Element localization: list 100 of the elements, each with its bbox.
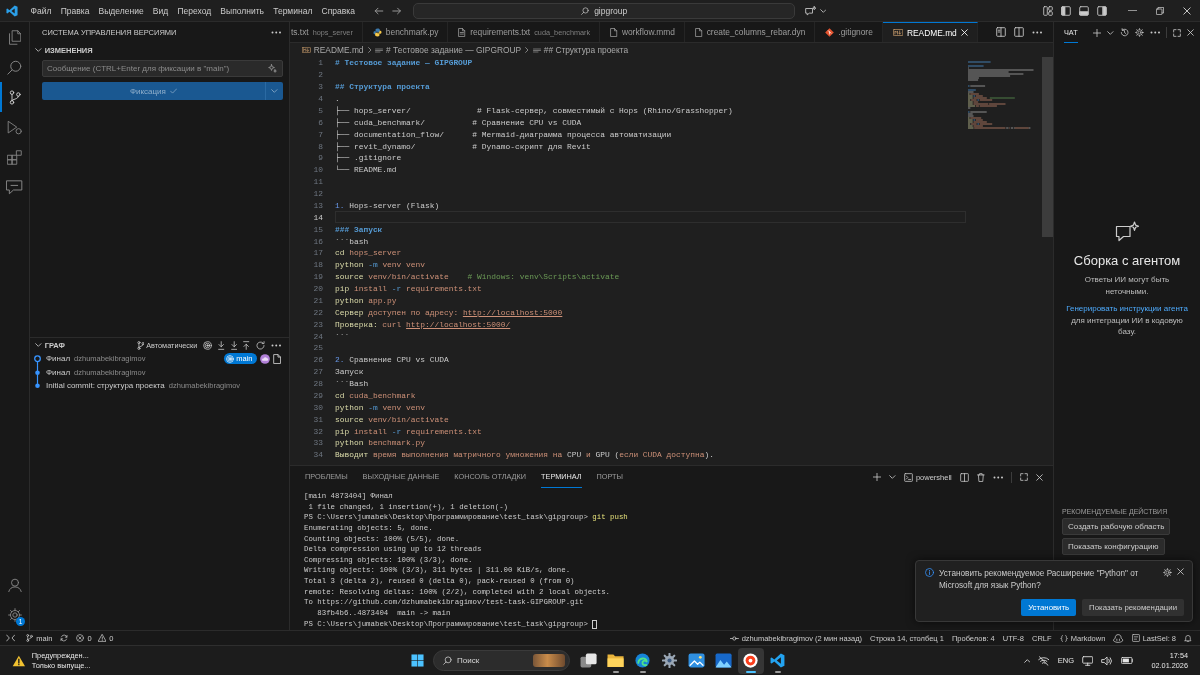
chevron-down-icon[interactable] bbox=[889, 475, 896, 479]
more-icon[interactable] bbox=[1031, 30, 1042, 34]
sidebar-toggle-icon[interactable] bbox=[1061, 5, 1071, 16]
close-icon[interactable] bbox=[1036, 473, 1043, 481]
breadcrumb-item[interactable]: # Тестовое задание — GIPGROUP bbox=[375, 45, 522, 55]
arrow-down-icon[interactable] bbox=[218, 340, 225, 350]
text-file-icon bbox=[458, 27, 467, 37]
forward-arrow-icon[interactable] bbox=[391, 6, 402, 15]
search-icon[interactable] bbox=[7, 59, 22, 75]
battery-icon[interactable] bbox=[1120, 657, 1134, 664]
history-icon[interactable] bbox=[1119, 28, 1129, 37]
editor-tab[interactable]: benchmark.py bbox=[362, 22, 449, 42]
extensions-icon[interactable] bbox=[7, 149, 22, 165]
breadcrumb-item[interactable]: ## Структура проекта bbox=[532, 45, 629, 55]
files-icon[interactable] bbox=[7, 29, 22, 45]
split-editor-icon[interactable] bbox=[1013, 27, 1024, 37]
commit-message[interactable]: Финал bbox=[46, 354, 71, 364]
instructions-hint: Генерировать инструкции агента для интеграции ИИ в кодовую базу. bbox=[1065, 303, 1189, 338]
start-icon[interactable] bbox=[411, 654, 424, 667]
target-icon[interactable] bbox=[203, 340, 213, 350]
bell-icon[interactable] bbox=[1184, 634, 1192, 642]
scrollbar-thumb[interactable] bbox=[1042, 57, 1053, 237]
more-icon[interactable] bbox=[270, 343, 281, 347]
chevron-down-icon[interactable] bbox=[35, 48, 42, 52]
close-icon[interactable] bbox=[1182, 6, 1191, 15]
network-icon[interactable] bbox=[1038, 655, 1050, 666]
restore-icon[interactable] bbox=[1155, 6, 1164, 15]
editor-tab[interactable]: workflow.mmd bbox=[600, 22, 685, 42]
symbol-icon bbox=[532, 47, 541, 53]
menu-item[interactable]: Переход bbox=[172, 5, 216, 16]
menu-item[interactable]: Файл bbox=[26, 5, 57, 16]
editor-tab[interactable]: README.md bbox=[882, 22, 978, 42]
command-center[interactable]: gipgroup bbox=[413, 2, 796, 19]
menu-item[interactable]: Вид bbox=[148, 5, 173, 16]
menu-item[interactable]: Выполнить bbox=[215, 5, 269, 16]
folder-icon bbox=[606, 653, 625, 668]
plus-icon[interactable] bbox=[873, 473, 882, 481]
terminal-icon bbox=[903, 472, 913, 482]
braces-icon bbox=[1059, 634, 1068, 642]
breadcrumb-item[interactable]: README.md bbox=[302, 45, 364, 55]
target-icon bbox=[226, 354, 235, 363]
welcome-title: Сборка с агентом bbox=[1073, 253, 1181, 268]
speaker-icon[interactable] bbox=[1101, 655, 1113, 666]
taskbar-button[interactable] bbox=[737, 647, 764, 674]
back-arrow-icon[interactable] bbox=[374, 6, 384, 15]
panel-toggle-icon[interactable] bbox=[1079, 5, 1089, 16]
sync-icon[interactable] bbox=[60, 634, 69, 642]
file-icon[interactable] bbox=[273, 353, 282, 364]
commit-message[interactable]: Initial commit: структура проекта bbox=[46, 381, 165, 391]
run-debug-icon[interactable] bbox=[7, 119, 22, 135]
maximize-icon[interactable] bbox=[1020, 473, 1028, 481]
swirl-icon bbox=[635, 653, 650, 668]
app-logo-icon bbox=[6, 4, 18, 17]
arrow-down-icon[interactable] bbox=[230, 340, 238, 350]
layout-icon[interactable] bbox=[1043, 5, 1053, 16]
menu-item[interactable]: Терминал bbox=[268, 5, 317, 16]
trash-icon[interactable] bbox=[976, 472, 985, 482]
chat-icon[interactable] bbox=[6, 179, 23, 195]
chevron-down-icon[interactable] bbox=[1106, 30, 1114, 35]
secondary-sidebar-toggle-icon[interactable] bbox=[1097, 5, 1107, 16]
branch-icon bbox=[26, 634, 34, 642]
maximize-icon[interactable] bbox=[1173, 28, 1181, 37]
editor-tab[interactable]: .gitignore bbox=[815, 22, 883, 42]
menu-item[interactable]: Справка bbox=[316, 5, 360, 16]
commit-message-field[interactable]: Сообщение (CTRL+Enter для фиксации в "main") bbox=[42, 60, 283, 77]
minimize-icon[interactable] bbox=[1128, 9, 1137, 12]
settings-icon[interactable] bbox=[1134, 28, 1144, 37]
preview-icon[interactable] bbox=[995, 27, 1006, 37]
chevron-up-icon[interactable] bbox=[1023, 658, 1031, 663]
action-button[interactable]: Показать конфигурацию bbox=[1062, 538, 1165, 555]
settings-icon[interactable] bbox=[1163, 568, 1172, 577]
more-icon[interactable] bbox=[992, 475, 1003, 479]
close-icon[interactable] bbox=[1177, 568, 1184, 575]
chevron-down-icon[interactable] bbox=[819, 8, 827, 13]
chat-sparkle-icon[interactable] bbox=[805, 5, 817, 16]
refresh-icon[interactable] bbox=[255, 340, 265, 350]
chevron-down-icon[interactable] bbox=[35, 343, 42, 347]
settings-icon[interactable] bbox=[7, 608, 22, 622]
more-icon[interactable] bbox=[1149, 31, 1160, 34]
remote-icon[interactable] bbox=[6, 634, 16, 642]
plus-icon[interactable] bbox=[1092, 28, 1101, 37]
commit-message[interactable]: Финал bbox=[46, 367, 71, 377]
info-icon bbox=[925, 568, 934, 577]
menu-item[interactable]: Выделение bbox=[94, 5, 149, 16]
chevron-down-icon bbox=[271, 89, 278, 93]
menu-item[interactable]: Правка bbox=[56, 5, 94, 16]
robot-icon[interactable] bbox=[1113, 633, 1124, 643]
sparkle-icon[interactable] bbox=[268, 64, 277, 73]
markdown-icon bbox=[302, 47, 311, 53]
generate-instructions-link[interactable]: Генерировать инструкции агента bbox=[1066, 304, 1188, 313]
close-icon[interactable] bbox=[1187, 29, 1194, 36]
more-icon[interactable] bbox=[270, 31, 281, 34]
arrow-up-icon[interactable] bbox=[243, 340, 250, 350]
editor-tab[interactable]: create_columns_rebar.dyn bbox=[684, 22, 816, 42]
split-icon[interactable] bbox=[959, 472, 969, 482]
source-control-icon[interactable] bbox=[8, 89, 21, 105]
display-icon[interactable] bbox=[1082, 655, 1094, 666]
warning-icon[interactable] bbox=[12, 654, 26, 667]
account-icon[interactable] bbox=[7, 578, 22, 592]
action-button[interactable]: Создать рабочую область bbox=[1062, 518, 1171, 535]
